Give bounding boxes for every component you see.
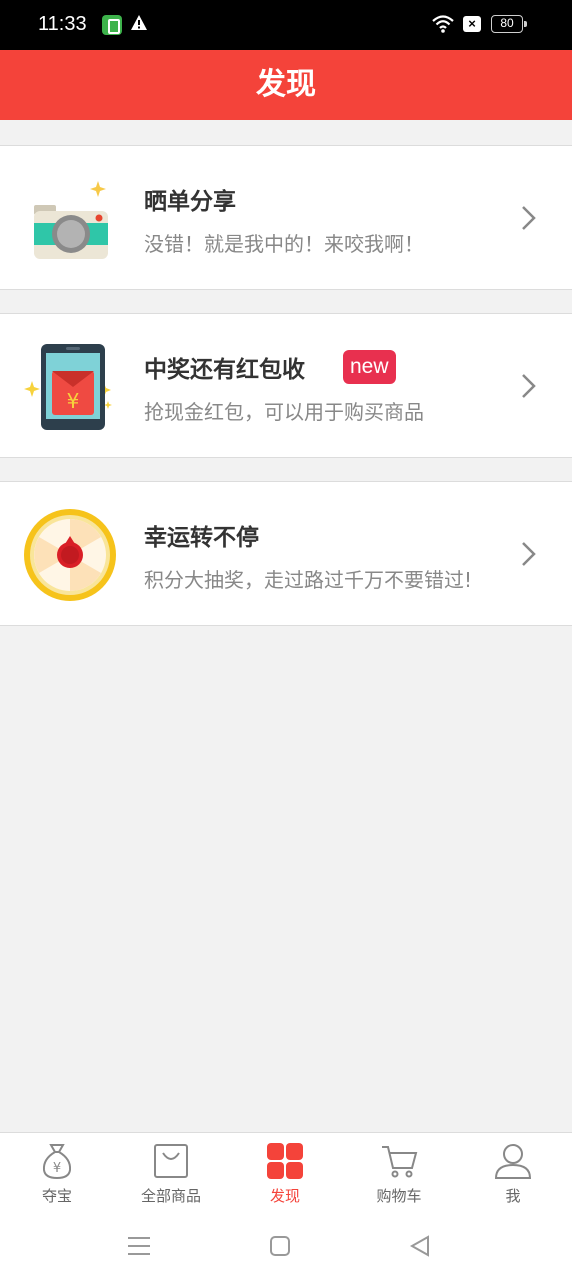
cart-icon <box>382 1146 418 1178</box>
tab-cart[interactable]: 购物车 <box>342 1133 456 1213</box>
user-icon <box>494 1144 532 1179</box>
camera-icon <box>34 181 108 259</box>
svg-text:¥: ¥ <box>67 389 80 413</box>
card-subtitle: 积分大抽奖，走过路过千万不要错过! <box>144 568 473 592</box>
chevron-right-icon <box>522 206 536 230</box>
card-title: 晒单分享 <box>144 189 236 215</box>
app-icon <box>102 15 122 35</box>
tab-label: 发现 <box>269 1187 300 1205</box>
bottom-tab-bar: ¥ 夺宝 全部商品 发现 购物车 我 <box>0 1132 572 1212</box>
card-title: 中奖还有红包收 <box>144 357 305 383</box>
tab-label: 夺宝 <box>41 1187 72 1205</box>
card-subtitle: 抢现金红包，可以用于购买商品 <box>144 400 424 424</box>
shopping-bag-icon <box>154 1144 188 1178</box>
battery-icon: 80 <box>491 15 527 33</box>
warning-icon <box>131 15 147 30</box>
tab-discover[interactable]: 发现 <box>228 1133 342 1213</box>
card-lucky-wheel[interactable]: 幸运转不停 积分大抽奖，走过路过千万不要错过! <box>0 481 572 626</box>
new-badge: new <box>343 350 396 384</box>
grid-icon <box>267 1143 303 1179</box>
page-header: 发现 <box>0 50 572 120</box>
lucky-wheel-icon <box>24 509 116 601</box>
tab-treasure[interactable]: ¥ 夺宝 <box>0 1133 114 1213</box>
close-icon: × <box>463 16 481 32</box>
money-bag-icon: ¥ <box>42 1144 72 1180</box>
back-icon[interactable] <box>406 1232 434 1260</box>
status-time: 11:33 <box>38 13 87 35</box>
tab-all-products[interactable]: 全部商品 <box>114 1133 228 1213</box>
red-envelope-phone-icon: ¥ <box>24 344 112 430</box>
home-icon[interactable] <box>266 1232 294 1260</box>
card-share-orders[interactable]: 晒单分享 没错！就是我中的！来咬我啊！ <box>0 145 572 290</box>
card-red-envelope[interactable]: ¥ 中奖还有红包收 new 抢现金红包，可以用于购买商品 <box>0 313 572 458</box>
tab-label: 全部商品 <box>140 1187 201 1205</box>
tab-label: 购物车 <box>376 1187 422 1205</box>
tab-me[interactable]: 我 <box>456 1133 570 1213</box>
wifi-icon <box>432 15 454 33</box>
status-bar: 11:33 × 80 <box>0 0 572 50</box>
chevron-right-icon <box>522 542 536 566</box>
page-title: 发现 <box>256 67 316 102</box>
chevron-right-icon <box>522 374 536 398</box>
svg-text:¥: ¥ <box>53 1161 61 1176</box>
system-nav-bar <box>0 1212 572 1280</box>
menu-icon[interactable] <box>125 1232 153 1260</box>
card-title: 幸运转不停 <box>144 525 259 551</box>
card-subtitle: 没错！就是我中的！来咬我啊！ <box>144 232 424 256</box>
tab-label: 我 <box>505 1187 521 1205</box>
